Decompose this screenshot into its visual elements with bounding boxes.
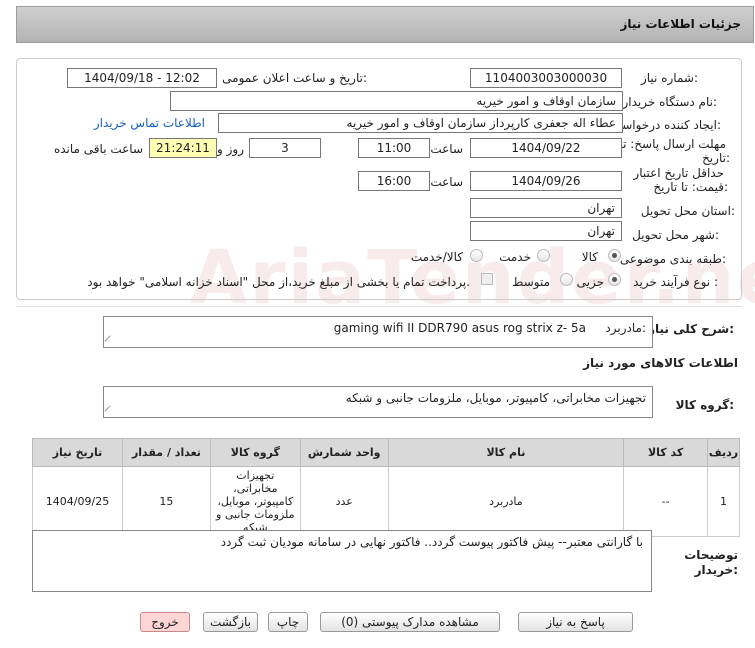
days-label: روز و <box>217 142 244 156</box>
category-radio-service[interactable] <box>537 249 550 262</box>
cell-unit: عدد <box>299 466 389 537</box>
buyer-notes-textarea[interactable]: با گارانتی معتبر-- پیش فاکتور پیوست گردد… <box>32 530 652 592</box>
deadline-label-2: تاریخ: <box>702 151 730 165</box>
category-label: طبقه بندی موضوعی: <box>619 252 726 266</box>
category-option-goods: کالا <box>581 250 598 264</box>
table-header-row: ردیف کد کالا نام کالا واحد شمارش گروه کا… <box>32 438 740 467</box>
back-button[interactable]: بازگشت <box>203 612 258 632</box>
goods-group-value: تجهیزات مخابراتی، کامپیوتر، موبایل، ملزو… <box>345 391 646 405</box>
treasury-checkbox[interactable] <box>481 273 493 285</box>
summary-text: gaming wifi II DDR790 asus rog strix z- … <box>333 321 586 335</box>
cell-row-number: 1 <box>707 466 740 537</box>
announce-field: 1404/09/18 - 12:02 <box>67 68 217 88</box>
validity-date-field: 1404/09/26 <box>470 171 622 191</box>
deadline-time-field: 11:00 <box>358 138 430 158</box>
city-field: تهران <box>470 221 622 241</box>
buyer-notes-text: با گارانتی معتبر-- پیش فاکتور پیوست گردد… <box>220 535 643 549</box>
contact-buyer-link[interactable]: اطلاعات تماس خریدار <box>94 116 205 130</box>
process-option-medium: متوسط <box>512 275 550 289</box>
col-header-name: نام کالا <box>387 438 625 467</box>
remaining-time-field: 21:24:11 <box>149 138 217 158</box>
treasury-note: پرداخت تمام یا بخشی از مبلغ خرید،از محل … <box>87 275 470 289</box>
process-option-minor: جزیی <box>576 275 604 289</box>
province-field: تهران <box>470 198 622 218</box>
requester-field: عطاء اله جعفری کارپرداز سازمان اوقاف و ا… <box>218 113 623 133</box>
category-option-both: کالا/خدمت <box>410 250 463 264</box>
view-documents-button[interactable]: مشاهده مدارک پیوستی (0) <box>320 612 500 632</box>
announce-label: تاریخ و ساعت اعلان عمومی: <box>222 71 367 85</box>
process-label: نوع فرآیند خرید : <box>633 275 718 289</box>
validity-time-label: ساعت <box>430 175 463 189</box>
resize-grip[interactable] <box>104 405 116 417</box>
col-header-date: تاریخ نیاز <box>32 438 123 467</box>
col-header-unit: واحد شمارش <box>299 438 389 467</box>
items-table: ردیف کد کالا نام کالا واحد شمارش گروه کا… <box>32 438 740 537</box>
cell-name: مادربرد <box>387 466 625 537</box>
page-title: جزئیات اطلاعات نیاز <box>620 17 741 31</box>
process-radio-minor[interactable] <box>608 273 621 286</box>
resize-grip[interactable] <box>104 335 116 347</box>
buyer-notes-label: توضیحات <box>684 548 738 562</box>
cell-group: تجهیزات مخابراتی، کامپیوتر، موبایل، ملزو… <box>209 466 301 537</box>
process-radio-medium[interactable] <box>560 273 573 286</box>
deadline-date-field: 1404/09/22 <box>470 138 622 158</box>
goods-info-title: اطلاعات کالاهای مورد نیاز <box>583 356 738 370</box>
requester-label: ایجاد کننده درخواست: <box>610 118 721 132</box>
cell-date: 1404/09/25 <box>32 466 123 537</box>
col-header-row-number: ردیف <box>707 438 740 467</box>
print-button[interactable]: چاپ <box>268 612 308 632</box>
cell-code: -- <box>623 466 709 537</box>
validity-label-2: قیمت: تا تاریخ: <box>653 180 728 194</box>
goods-group-label: گروه کالا: <box>675 398 734 412</box>
deadline-label: مهلت ارسال پاسخ: تا <box>619 137 726 151</box>
summary-textarea[interactable]: مادربرد: gaming wifi II DDR790 asus rog … <box>103 316 653 348</box>
remaining-label: ساعت باقی مانده <box>53 142 143 156</box>
table-row: 1 -- مادربرد عدد تجهیزات مخابراتی، کامپی… <box>32 466 740 537</box>
reply-button[interactable]: پاسخ به نیاز <box>518 612 633 632</box>
need-number-label: شماره نیاز: <box>640 71 698 85</box>
summary-label: شرح کلی نیاز: <box>648 322 734 336</box>
category-option-service: خدمت <box>499 250 531 264</box>
buyer-notes-label-2: خریدار: <box>694 563 738 577</box>
deadline-time-label: ساعت <box>430 142 463 156</box>
need-number-field: 1104003003000030 <box>470 68 622 88</box>
buyer-org-label: نام دستگاه خریدار: <box>622 95 718 109</box>
cell-qty: 15 <box>122 466 211 537</box>
col-header-code: کد کالا <box>623 438 709 467</box>
summary-prefix: مادربرد: <box>605 321 646 335</box>
province-label: استان محل تحویل: <box>640 204 735 218</box>
category-radio-both[interactable] <box>470 249 483 262</box>
goods-group-textarea[interactable]: تجهیزات مخابراتی، کامپیوتر، موبایل، ملزو… <box>103 386 653 418</box>
page-header: جزئیات اطلاعات نیاز <box>16 6 754 43</box>
divider <box>16 306 742 307</box>
city-label: شهر محل تحویل: <box>632 228 719 242</box>
category-radio-goods[interactable] <box>608 249 621 262</box>
buyer-org-field: سازمان اوقاف و امور خیریه <box>170 91 623 111</box>
days-field: 3 <box>249 138 321 158</box>
validity-label: حداقل تاریخ اعتبار <box>633 166 724 180</box>
validity-time-field: 16:00 <box>358 171 430 191</box>
exit-button[interactable]: خروج <box>140 612 190 632</box>
col-header-qty: تعداد / مقدار <box>122 438 211 467</box>
col-header-group: گروه کالا <box>209 438 301 467</box>
